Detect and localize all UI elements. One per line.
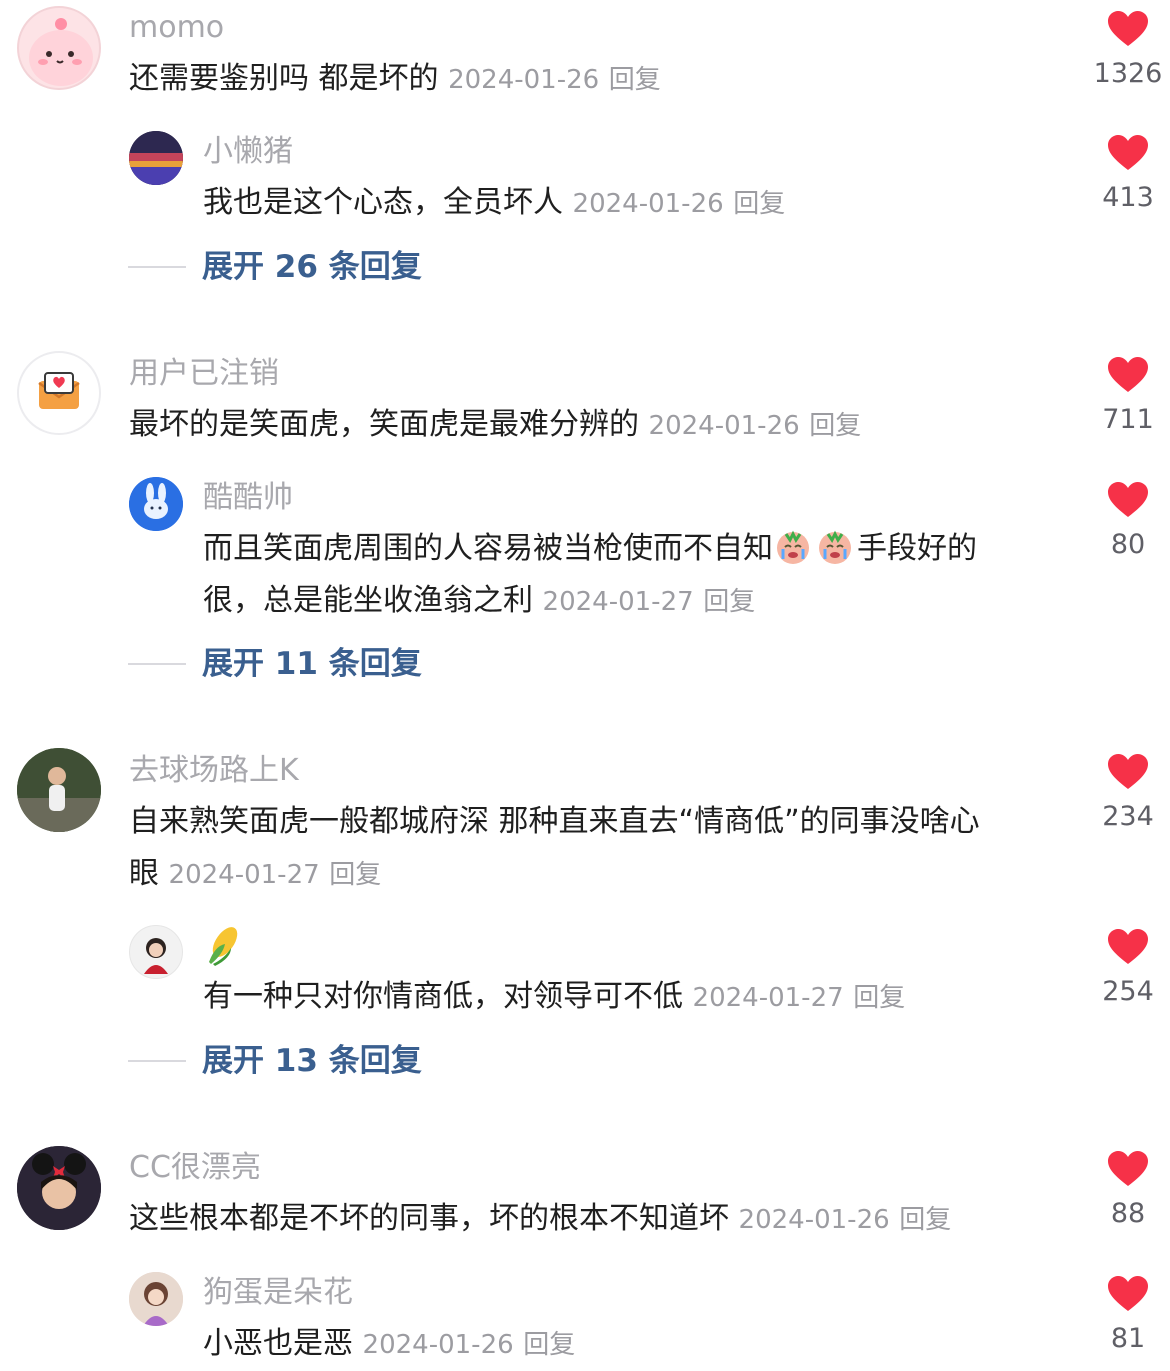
night-lights-avatar-icon: [129, 131, 183, 185]
like-count: 234: [1102, 801, 1154, 832]
girl-avatar-icon: [144, 938, 168, 974]
username[interactable]: [203, 922, 243, 966]
expand-replies-button[interactable]: 展开 26 条回复: [128, 247, 422, 287]
comment-date: 2024-01-27: [168, 860, 320, 890]
reply-button[interactable]: 回复: [609, 65, 661, 95]
comment-date: 2024-01-26: [648, 411, 800, 441]
crying-face-icon: [773, 526, 815, 566]
username[interactable]: 狗蛋是朵花: [203, 1273, 353, 1313]
like-button[interactable]: 254: [1083, 928, 1170, 1010]
like-count: 711: [1102, 404, 1154, 435]
reply-button[interactable]: 回复: [899, 1205, 951, 1235]
like-button[interactable]: 234: [1083, 753, 1170, 835]
bunny-avatar-icon: [129, 477, 183, 531]
heart-icon: [1108, 754, 1148, 789]
reply-button[interactable]: 回复: [703, 587, 755, 617]
divider: [128, 663, 186, 665]
comment-line-1: 自来熟笑面虎一般都城府深 那种直来直去“情商低”的同事没啥心: [129, 804, 980, 839]
comment-body: 最坏的是笑面虎，笑面虎是最难分辨的: [129, 407, 639, 442]
like-button[interactable]: 413: [1083, 134, 1170, 216]
reply-body: 而且笑面虎周围的人容易被当枪使而不自知: [203, 531, 773, 566]
crying-face-icon: [815, 526, 857, 566]
like-button[interactable]: 1326: [1083, 10, 1170, 92]
avatar[interactable]: [129, 925, 183, 979]
person-photo-avatar-icon: [17, 748, 101, 832]
expand-replies-label: 展开 13 条回复: [202, 1043, 422, 1079]
reply-date: 2024-01-26: [362, 1330, 514, 1360]
heart-icon: [1108, 1151, 1148, 1186]
username[interactable]: 去球场路上K: [129, 751, 299, 791]
cartoon-girl-avatar-icon: [129, 1272, 183, 1326]
username[interactable]: momo: [129, 8, 224, 48]
like-count: 413: [1102, 182, 1154, 213]
corn-icon: [209, 927, 238, 966]
avatar[interactable]: [17, 6, 101, 90]
comment-text: 自来熟笑面虎一般都城府深 那种直来直去“情商低”的同事没啥心 眼 2024-01…: [129, 796, 1069, 901]
avatar[interactable]: [17, 351, 101, 435]
reply-button[interactable]: 回复: [809, 411, 861, 441]
comment-date: 2024-01-26: [738, 1205, 890, 1235]
comment-line-2: 眼 2024-01-27 回复: [129, 848, 1069, 901]
avatar[interactable]: [17, 748, 101, 832]
envelope-heart-icon: [38, 372, 80, 409]
reply-date: 2024-01-27: [692, 983, 844, 1013]
expand-replies-button[interactable]: 展开 11 条回复: [128, 644, 422, 684]
comment-text: 还需要鉴别吗 都是坏的 2024-01-26 回复: [129, 53, 661, 106]
avatar[interactable]: [17, 1146, 101, 1230]
comment-body: 这些根本都是不坏的同事，坏的根本不知道坏: [129, 1201, 729, 1236]
avatar[interactable]: [129, 477, 183, 531]
pink-blob-avatar-icon: [29, 18, 93, 86]
heart-icon: [1108, 11, 1148, 46]
heart-icon: [1108, 357, 1148, 392]
like-count: 1326: [1093, 58, 1163, 89]
like-count: 88: [1110, 1198, 1146, 1229]
like-button[interactable]: 81: [1083, 1275, 1170, 1357]
reply-button[interactable]: 回复: [853, 983, 905, 1013]
heart-icon: [1108, 1276, 1148, 1311]
reply-button[interactable]: 回复: [329, 860, 381, 890]
divider: [128, 1060, 186, 1062]
comment-body: 还需要鉴别吗 都是坏的: [129, 61, 439, 96]
comment-date: 2024-01-26: [448, 65, 600, 95]
avatar[interactable]: [129, 1272, 183, 1326]
like-button[interactable]: 711: [1083, 356, 1170, 438]
like-count: 81: [1110, 1323, 1146, 1354]
username[interactable]: CC很漂亮: [129, 1148, 261, 1188]
username[interactable]: 小懒猪: [203, 132, 293, 172]
like-button[interactable]: 88: [1083, 1150, 1170, 1232]
reply-date: 2024-01-27: [542, 587, 694, 617]
username[interactable]: 酷酷帅: [203, 478, 293, 518]
reply-text: 小恶也是恶 2024-01-26 回复: [203, 1318, 575, 1371]
heart-icon: [1108, 929, 1148, 964]
heart-icon: [1108, 482, 1148, 517]
girl-mouse-ears-avatar-icon: [17, 1146, 101, 1230]
comment-text: 这些根本都是不坏的同事，坏的根本不知道坏 2024-01-26 回复: [129, 1193, 951, 1246]
reply-text: 有一种只对你情商低，对领导可不低 2024-01-27 回复: [203, 971, 905, 1024]
reply-body: 我也是这个心态，全员坏人: [203, 185, 563, 220]
expand-replies-button[interactable]: 展开 13 条回复: [128, 1041, 422, 1081]
username[interactable]: 用户已注销: [129, 354, 279, 394]
reply-button[interactable]: 回复: [523, 1330, 575, 1360]
comment-text: 最坏的是笑面虎，笑面虎是最难分辨的 2024-01-26 回复: [129, 399, 861, 452]
reply-body-end: 手段好的: [857, 531, 977, 566]
expand-replies-label: 展开 26 条回复: [202, 249, 422, 285]
avatar[interactable]: [129, 131, 183, 185]
reply-line-1: 而且笑面虎周围的人容易被当枪使而不自知 手段好的: [203, 523, 1063, 575]
comment-body-line-2: 眼: [129, 856, 159, 891]
reply-text: 我也是这个心态，全员坏人 2024-01-26 回复: [203, 177, 785, 230]
reply-date: 2024-01-26: [572, 189, 724, 219]
reply-body: 有一种只对你情商低，对领导可不低: [203, 979, 683, 1014]
reply-body-line-2: 很，总是能坐收渔翁之利: [203, 583, 533, 618]
reply-body: 小恶也是恶: [203, 1326, 353, 1361]
reply-line-2: 很，总是能坐收渔翁之利 2024-01-27 回复: [203, 575, 1063, 628]
like-count: 80: [1110, 529, 1146, 560]
like-button[interactable]: 80: [1083, 481, 1170, 563]
like-count: 254: [1102, 976, 1154, 1007]
reply-button[interactable]: 回复: [733, 189, 785, 219]
heart-icon: [1108, 135, 1148, 170]
divider: [128, 266, 186, 268]
expand-replies-label: 展开 11 条回复: [202, 646, 422, 682]
reply-text: 而且笑面虎周围的人容易被当枪使而不自知 手段好的 很，总是能坐收渔翁之利 2024…: [203, 523, 1063, 628]
